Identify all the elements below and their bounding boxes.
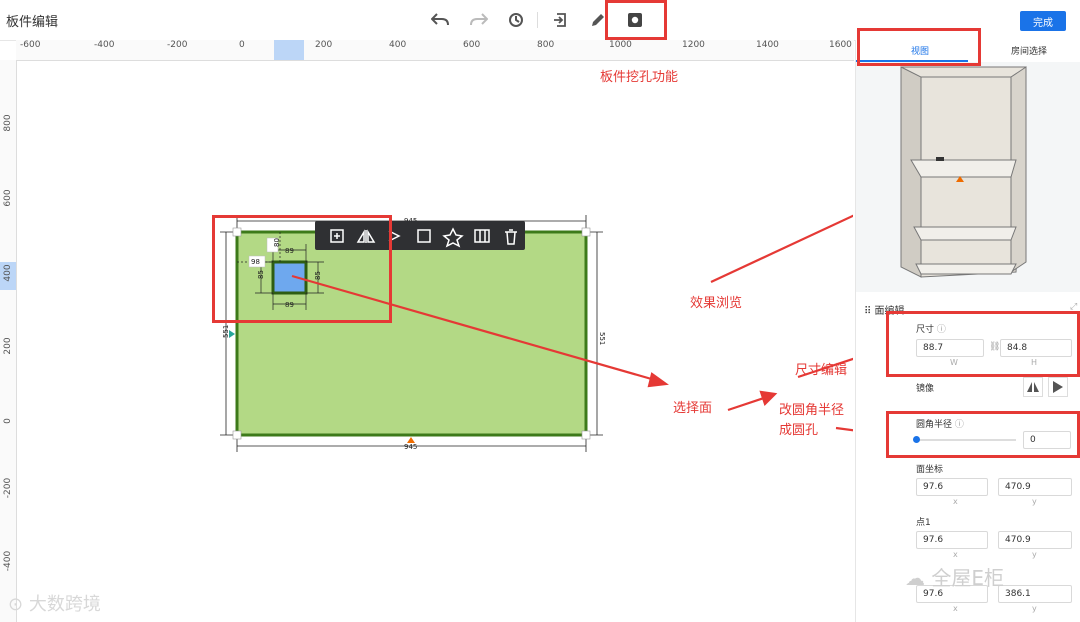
- face-coord-x-sub: x: [953, 497, 958, 506]
- watermark-right: ☁ 全屋E柜: [905, 562, 1004, 591]
- v-tick: 800: [3, 114, 13, 132]
- note-size-edit: 尺寸编辑: [795, 363, 848, 378]
- mirror-horizontal-icon: [1027, 382, 1039, 392]
- annotation-box-radius: [886, 411, 1080, 458]
- drawing-canvas[interactable]: 945 945 551 551 98 80 89 89 85 85: [17, 61, 853, 622]
- note-radius-line2: 成圆孔: [779, 423, 819, 438]
- point2-y-input[interactable]: 386.1: [998, 585, 1072, 603]
- horizontal-ruler: -600 -400 -200 0 200 400 600 800 1000 12…: [16, 40, 854, 61]
- face-coord-y-sub: y: [1032, 497, 1037, 506]
- face-coord-label: 面坐标: [916, 465, 944, 475]
- point2-y-sub: y: [1032, 604, 1037, 613]
- annotation-box-view-tab: [857, 28, 981, 66]
- dim-width-bottom: 945: [404, 443, 417, 451]
- point1-y-input[interactable]: 470.9: [998, 531, 1072, 549]
- annotation-box-hole-tool: [605, 0, 667, 40]
- h-tick: 800: [537, 40, 555, 50]
- tab-room-select[interactable]: 房间选择: [1011, 44, 1047, 57]
- mirror-vertical-icon: [1053, 381, 1063, 393]
- redo-icon[interactable]: [468, 9, 490, 31]
- point2-x-sub: x: [953, 604, 958, 613]
- annotation-box-hole: [212, 215, 392, 323]
- v-tick: 0: [3, 418, 13, 424]
- dim-height-right: 551: [598, 332, 606, 345]
- undo-icon[interactable]: [429, 9, 451, 31]
- v-tick: -200: [3, 477, 13, 499]
- vertical-ruler: 800 600 400 200 0 -200 -400: [0, 60, 17, 622]
- import-icon[interactable]: [550, 9, 572, 31]
- watermark-left: ⊙ 大数跨境: [8, 590, 101, 616]
- h-tick: -400: [94, 40, 115, 50]
- history-icon[interactable]: [505, 9, 527, 31]
- wechat-logo-icon: ⊙: [8, 594, 24, 615]
- face-coord-x-input[interactable]: 97.6: [916, 478, 988, 496]
- wechat-logo-icon: ☁: [905, 566, 925, 590]
- left-marker-icon: [229, 330, 235, 338]
- h-tick: 1600: [829, 40, 852, 50]
- done-button[interactable]: 完成: [1020, 11, 1066, 31]
- h-tick: 1200: [682, 40, 705, 50]
- h-tick: 400: [389, 40, 407, 50]
- page-title: 板件编辑: [6, 15, 59, 30]
- point1-label: 点1: [916, 518, 931, 528]
- bottom-marker-icon: [407, 437, 415, 443]
- v-tick: 400: [3, 264, 13, 282]
- h-tick: -200: [167, 40, 188, 50]
- note-select-face: 选择面: [673, 401, 713, 416]
- v-tick: 200: [3, 337, 13, 355]
- h-tick: 200: [315, 40, 333, 50]
- toolbar-divider: [537, 12, 538, 28]
- point1-y-sub: y: [1032, 550, 1037, 559]
- note-hole-feature: 板件挖孔功能: [600, 70, 679, 85]
- v-tick: -400: [3, 550, 13, 572]
- h-tick: 1400: [756, 40, 779, 50]
- dim-height-left: 551: [222, 325, 230, 338]
- h-tick: 1000: [609, 40, 632, 50]
- h-tick: 0: [239, 40, 245, 50]
- watermark-left-text: 大数跨境: [28, 594, 101, 615]
- note-radius-line1: 改圆角半径: [779, 403, 845, 418]
- h-tick: -600: [20, 40, 41, 50]
- cabinet-3d-preview[interactable]: [856, 62, 1080, 292]
- h-tick: 600: [463, 40, 481, 50]
- v-tick: 600: [3, 189, 13, 207]
- mirror-vertical-button[interactable]: [1048, 377, 1068, 397]
- face-coord-y-input[interactable]: 470.9: [998, 478, 1072, 496]
- note-preview: 效果浏览: [690, 296, 743, 311]
- mirror-label: 镜像: [916, 384, 935, 394]
- point1-x-input[interactable]: 97.6: [916, 531, 988, 549]
- mirror-horizontal-button[interactable]: [1023, 377, 1043, 397]
- ruler-highlight: [274, 40, 304, 60]
- point1-x-sub: x: [953, 550, 958, 559]
- annotation-box-size: [886, 311, 1080, 377]
- watermark-right-text: 全屋E柜: [931, 566, 1004, 590]
